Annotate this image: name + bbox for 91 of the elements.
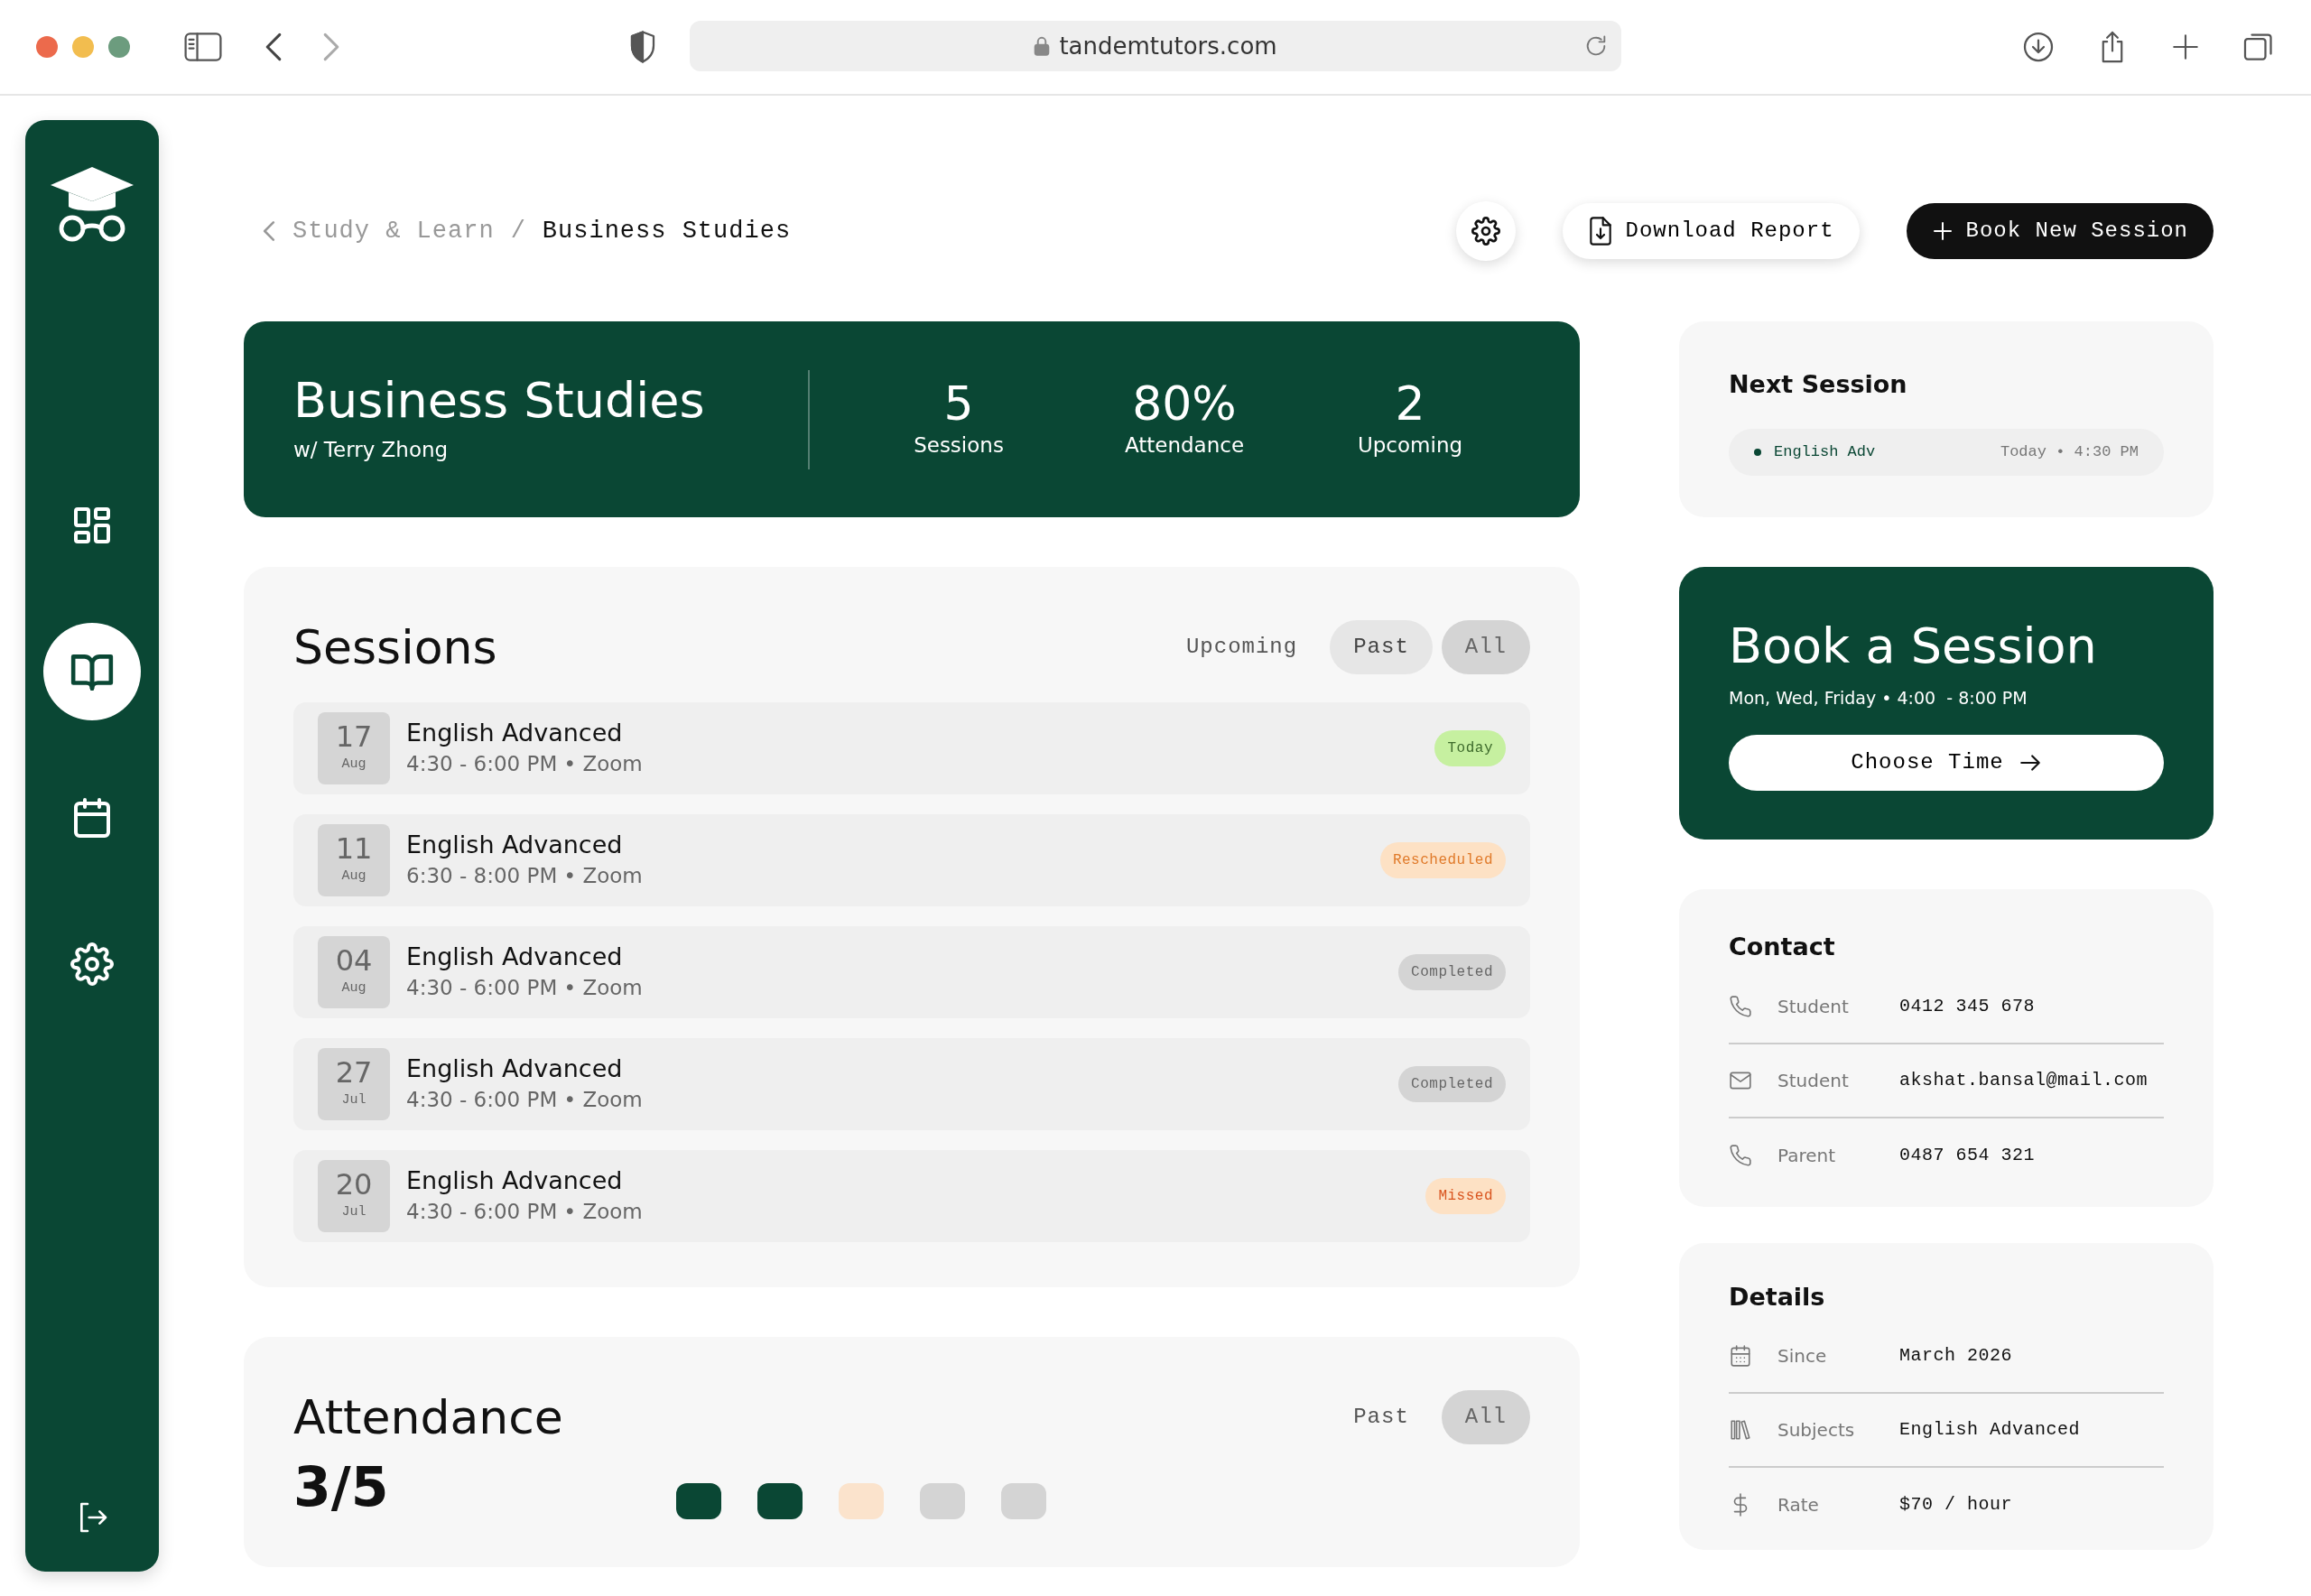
file-download-icon: [1587, 217, 1613, 246]
session-row[interactable]: 17 Aug English Advanced 4:30 - 6:00 PM • Zoom Today: [293, 702, 1530, 794]
card-title: Contact: [1729, 931, 1836, 962]
close-window-dot[interactable]: [36, 36, 58, 58]
settings-button[interactable]: [1455, 201, 1516, 261]
date-month: Jul: [341, 1202, 367, 1221]
row-value: March 2026: [1899, 1343, 2013, 1368]
status-tag: Completed: [1398, 954, 1506, 990]
status-tag: Rescheduled: [1379, 842, 1506, 878]
session-row[interactable]: 27 Jul English Advanced 4:30 - 6:00 PM • Zoom Completed: [293, 1038, 1530, 1130]
bullet-dot: [1754, 448, 1761, 456]
session-row[interactable]: 11 Aug English Advanced 6:30 - 8:00 PM • Zoom Rescheduled: [293, 814, 1530, 906]
available-hours: Mon, Wed, Friday • 4:00 - 8:00 PM: [1729, 687, 2028, 710]
calendar-icon: [1729, 1343, 1752, 1368]
date-month: Aug: [341, 979, 367, 998]
breadcrumb-current: Business Studies: [542, 216, 792, 246]
row-label: Parent: [1777, 1144, 1837, 1169]
download-icon: [2022, 31, 2055, 63]
course-title: Business Studies: [293, 373, 706, 427]
session-detail: 6:30 - 8:00 PM • Zoom: [406, 863, 643, 890]
books-icon: [1729, 1417, 1752, 1442]
filter-tab[interactable]: All: [1441, 1390, 1530, 1444]
card-title: Details: [1729, 1282, 1826, 1313]
session-title: English Advanced: [406, 1165, 624, 1197]
zoom-window-dot[interactable]: [108, 36, 130, 58]
date-day: 11: [335, 833, 373, 863]
date-day: 04: [335, 945, 373, 975]
session-title: English Advanced: [406, 830, 624, 861]
phone-icon: [1729, 1144, 1752, 1168]
minimize-window-dot[interactable]: [72, 36, 94, 58]
date-day: 20: [335, 1169, 373, 1199]
row-value: 0487 654 321: [1899, 1144, 2036, 1168]
plus-icon: [1931, 220, 1954, 242]
new-tab-icon: [2170, 32, 2201, 62]
settings-icon: [1471, 217, 1500, 246]
tabs-icon: [2242, 31, 2275, 63]
date-month: Aug: [341, 867, 367, 886]
row-label: Rate: [1777, 1492, 1820, 1517]
next-session-time: Today • 4:30 PM: [2000, 441, 2139, 462]
status-tag: Today: [1434, 730, 1506, 766]
session-detail: 4:30 - 6:00 PM • Zoom: [406, 751, 643, 778]
book-new-session-button[interactable]: Book New Session: [1906, 203, 2214, 259]
row-label: Student: [1777, 1069, 1850, 1094]
session-detail: 4:30 - 6:00 PM • Zoom: [406, 1199, 643, 1226]
section-title: Sessions: [293, 619, 497, 676]
choose-time-button[interactable]: Choose Time: [1729, 734, 2164, 791]
session-detail: 4:30 - 6:00 PM • Zoom: [406, 1087, 643, 1114]
row-value: $70 / hour: [1899, 1492, 2013, 1517]
session-row[interactable]: 20 Jul English Advanced 4:30 - 6:00 PM • Zoom Missed: [293, 1150, 1530, 1242]
session-title: English Advanced: [406, 1053, 624, 1085]
phone-icon: [1729, 995, 1752, 1019]
attendance-score: 3/5: [293, 1460, 390, 1514]
next-session-item[interactable]: English Adv Today • 4:30 PM: [1729, 428, 2164, 476]
session-row[interactable]: 04 Aug English Advanced 4:30 - 6:00 PM • Zoom Completed: [293, 926, 1530, 1018]
date-month: Aug: [341, 755, 367, 774]
session-detail: 4:30 - 6:00 PM • Zoom: [406, 975, 643, 1002]
tutor-name: w/ Terry Zhong: [293, 436, 450, 463]
address-bar[interactable]: tandemtutors.com: [690, 21, 1621, 71]
status-tag: Completed: [1398, 1066, 1506, 1102]
download-report-button[interactable]: Download Report: [1562, 203, 1860, 259]
breadcrumb-separator: /: [510, 216, 526, 246]
row-value: akshat.bansal@mail.com: [1899, 1069, 2149, 1093]
stat-label: Sessions: [913, 431, 1005, 459]
settings-icon: [70, 942, 114, 986]
filter-tab[interactable]: Past: [1330, 1390, 1433, 1444]
row-label: Subjects: [1777, 1417, 1856, 1443]
next-session-subject: English Adv: [1774, 441, 1876, 462]
url-text: tandemtutors.com: [1059, 31, 1277, 61]
filter-tab[interactable]: All: [1441, 620, 1530, 674]
stat-value: 80%: [1131, 377, 1238, 430]
filter-tab[interactable]: Past: [1330, 620, 1433, 674]
filter-tab[interactable]: Upcoming: [1162, 620, 1322, 674]
stat-label: Attendance: [1123, 431, 1246, 459]
card-title: Book a Session: [1729, 619, 2098, 673]
section-title: Attendance: [293, 1389, 563, 1446]
date-month: Jul: [341, 1090, 367, 1109]
row-label: Student: [1777, 995, 1850, 1020]
card-title: Next Session: [1729, 369, 1908, 400]
back-chevron-icon: [262, 219, 276, 243]
date-day: 17: [335, 721, 373, 751]
row-label: Since: [1777, 1343, 1828, 1369]
stat-value: 2: [1394, 377, 1426, 430]
row-value: 0412 345 678: [1899, 995, 2036, 1019]
status-tag: Missed: [1425, 1178, 1506, 1214]
row-value: English Advanced: [1899, 1417, 2081, 1442]
lock-icon: [1034, 36, 1051, 56]
session-title: English Advanced: [406, 942, 624, 973]
stat-value: 5: [942, 377, 975, 430]
date-day: 27: [335, 1057, 373, 1087]
stat-label: Upcoming: [1356, 431, 1464, 459]
session-title: English Advanced: [406, 718, 624, 749]
